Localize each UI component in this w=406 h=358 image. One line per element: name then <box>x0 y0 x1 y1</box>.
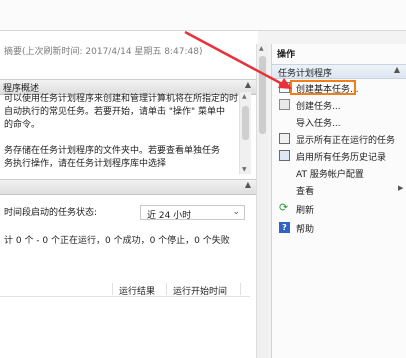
arrow-shaft <box>184 30 287 88</box>
annotation-arrow <box>184 30 292 89</box>
